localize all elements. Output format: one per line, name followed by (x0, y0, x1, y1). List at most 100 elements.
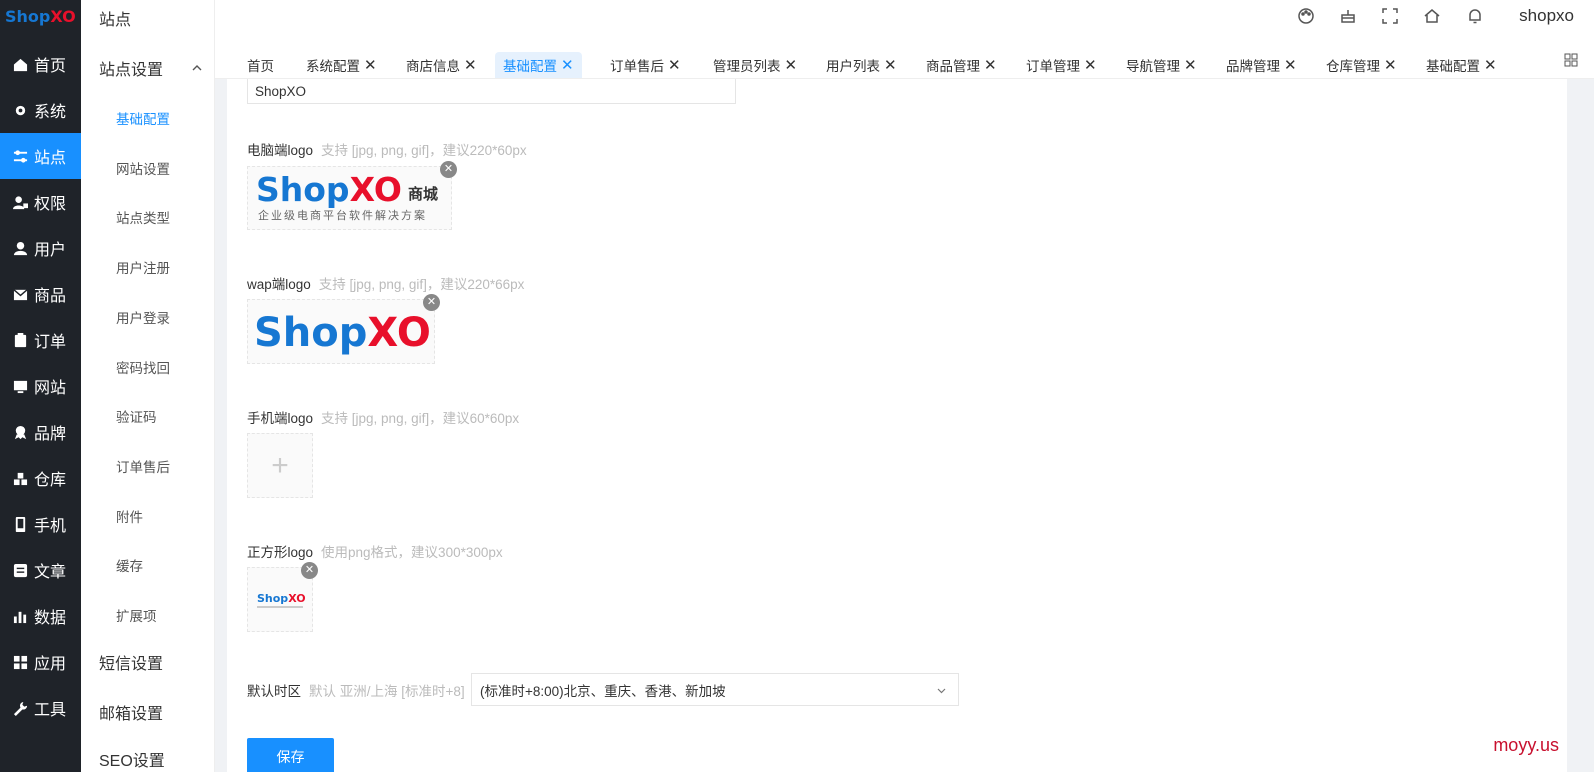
sub-item-4[interactable]: 用户登录 (116, 307, 170, 327)
tab-7[interactable]: 商品管理 ✕ (918, 52, 1005, 78)
user-icon (12, 240, 28, 256)
close-tab-icon[interactable]: ✕ (1184, 58, 1197, 73)
remove-wap-logo-icon[interactable]: ✕ (423, 294, 440, 311)
sub-group-seo[interactable]: SEO设置 (99, 747, 203, 771)
nav-item-6[interactable]: 订单 (0, 317, 81, 363)
tab-label: 订单管理 (1026, 59, 1080, 74)
nav-item-2[interactable]: 站点 (0, 133, 81, 179)
square-logo-upload[interactable]: ShopXO ✕ (247, 562, 318, 632)
apps-icon (12, 654, 28, 670)
tab-1[interactable]: 系统配置 ✕ (298, 52, 385, 78)
close-tab-icon[interactable]: ✕ (1484, 58, 1497, 73)
close-tab-icon[interactable]: ✕ (984, 58, 997, 73)
sub-item-7[interactable]: 订单售后 (116, 456, 170, 476)
nav-item-13[interactable]: 应用 (0, 639, 81, 685)
close-tab-icon[interactable]: ✕ (1284, 58, 1297, 73)
close-tab-icon[interactable]: ✕ (884, 58, 897, 73)
user-lock-icon (12, 194, 28, 210)
cake-icon[interactable] (1339, 7, 1357, 25)
tab-2[interactable]: 商店信息 ✕ (398, 52, 485, 78)
sub-group-email[interactable]: 邮箱设置 (99, 700, 203, 724)
site-name-input[interactable]: ShopXO (247, 79, 736, 104)
tab-label: 首页 (247, 59, 274, 74)
nav-item-7[interactable]: 网站 (0, 363, 81, 409)
nav-item-label: 权限 (34, 196, 67, 213)
award-icon (12, 424, 28, 440)
grid-menu-icon[interactable] (1564, 53, 1578, 67)
tab-11[interactable]: 仓库管理 ✕ (1318, 52, 1405, 78)
plus-icon: + (271, 448, 289, 482)
pc-logo-upload[interactable]: ShopXO 商城 企业级电商平台软件解决方案 ✕ (247, 161, 457, 230)
timezone-select[interactable]: (标准时+8:00)北京、重庆、香港、新加坡 (471, 673, 959, 706)
nav-item-14[interactable]: 工具 (0, 685, 81, 731)
nav-item-11[interactable]: 文章 (0, 547, 81, 593)
bar-chart-icon (12, 608, 28, 624)
close-tab-icon[interactable]: ✕ (785, 58, 798, 73)
close-tab-icon[interactable]: ✕ (364, 58, 377, 73)
wrench-icon (12, 700, 28, 716)
tab-label: 管理员列表 (713, 59, 781, 74)
tab-8[interactable]: 订单管理 ✕ (1018, 52, 1105, 78)
sub-item-5[interactable]: 密码找回 (116, 357, 170, 377)
nav-item-5[interactable]: 商品 (0, 271, 81, 317)
tab-6[interactable]: 用户列表 ✕ (818, 52, 905, 78)
tab-10[interactable]: 品牌管理 ✕ (1218, 52, 1305, 78)
app-logo[interactable]: Shop XO (0, 0, 81, 33)
tab-9[interactable]: 导航管理 ✕ (1118, 52, 1205, 78)
sub-group-sms[interactable]: 短信设置 (99, 650, 203, 674)
close-tab-icon[interactable]: ✕ (464, 58, 477, 73)
top-header: shopxo (215, 0, 1594, 43)
nav-item-3[interactable]: 权限 (0, 179, 81, 225)
nav-item-12[interactable]: 数据 (0, 593, 81, 639)
tab-label: 订单售后 (610, 59, 664, 74)
tab-5[interactable]: 管理员列表 ✕ (705, 52, 805, 78)
nav-item-0[interactable]: 首页 (0, 41, 81, 87)
user-menu[interactable]: shopxo (1519, 6, 1574, 26)
close-tab-icon[interactable]: ✕ (561, 58, 574, 73)
sub-item-10[interactable]: 扩展项 (116, 605, 157, 625)
tabs-bar: 首页 系统配置 ✕ 商店信息 ✕ 基础配置 ✕ 订单售后 ✕ 管理员列表 ✕ 用户列表 ✕ 商品管理 ✕ 订单… (215, 43, 1594, 79)
sub-item-6[interactable]: 验证码 (116, 406, 157, 426)
tab-12[interactable]: 基础配置 ✕ (1418, 52, 1505, 78)
save-button[interactable]: 保存 (247, 738, 334, 772)
sub-item-0[interactable]: 基础配置 (116, 108, 170, 128)
sub-item-8[interactable]: 附件 (116, 506, 143, 526)
bell-icon[interactable] (1466, 7, 1484, 25)
nav-item-8[interactable]: 品牌 (0, 409, 81, 455)
pc-logo-image: ShopXO 商城 企业级电商平台软件解决方案 (256, 170, 438, 222)
nav-item-1[interactable]: 系统 (0, 87, 81, 133)
sub-item-9[interactable]: 缓存 (116, 555, 143, 575)
fullscreen-icon[interactable] (1381, 7, 1399, 25)
sub-item-1[interactable]: 网站设置 (116, 158, 170, 178)
nav-item-label: 站点 (34, 150, 67, 167)
monitor-icon (12, 378, 28, 394)
tab-0[interactable]: 首页 (239, 52, 282, 78)
chevron-up-icon (192, 65, 202, 71)
nav-item-9[interactable]: 仓库 (0, 455, 81, 501)
close-tab-icon[interactable]: ✕ (668, 58, 681, 73)
nav-item-10[interactable]: 手机 (0, 501, 81, 547)
tab-label: 品牌管理 (1226, 59, 1280, 74)
wap-logo-upload[interactable]: ShopXO ✕ (247, 294, 440, 364)
close-tab-icon[interactable]: ✕ (1084, 58, 1097, 73)
tab-3[interactable]: 基础配置 ✕ (495, 52, 582, 78)
tab-label: 基础配置 (503, 59, 557, 74)
tab-label: 商品管理 (926, 59, 980, 74)
mobile-logo-label: 手机端logo 支持 [jpg, png, gif]，建议60*60px (247, 411, 520, 426)
home-icon[interactable] (1423, 7, 1441, 25)
tab-4[interactable]: 订单售后 ✕ (602, 52, 689, 78)
sub-item-3[interactable]: 用户注册 (116, 257, 170, 277)
nav-item-label: 工具 (34, 702, 67, 719)
mobile-logo-upload[interactable]: + (247, 433, 313, 498)
nav-item-4[interactable]: 用户 (0, 225, 81, 271)
remove-pc-logo-icon[interactable]: ✕ (440, 161, 457, 178)
svg-text:ShopXO: ShopXO (257, 592, 306, 605)
sliders-icon (12, 148, 28, 164)
close-tab-icon[interactable]: ✕ (1384, 58, 1397, 73)
remove-square-logo-icon[interactable]: ✕ (301, 562, 318, 579)
chevron-down-icon (937, 688, 946, 694)
palette-icon[interactable] (1297, 7, 1315, 25)
sub-group-site-settings[interactable]: 站点设置 (99, 56, 203, 80)
svg-text:企业级电商平台软件解决方案: 企业级电商平台软件解决方案 (258, 208, 427, 222)
sub-item-2[interactable]: 站点类型 (116, 207, 170, 227)
